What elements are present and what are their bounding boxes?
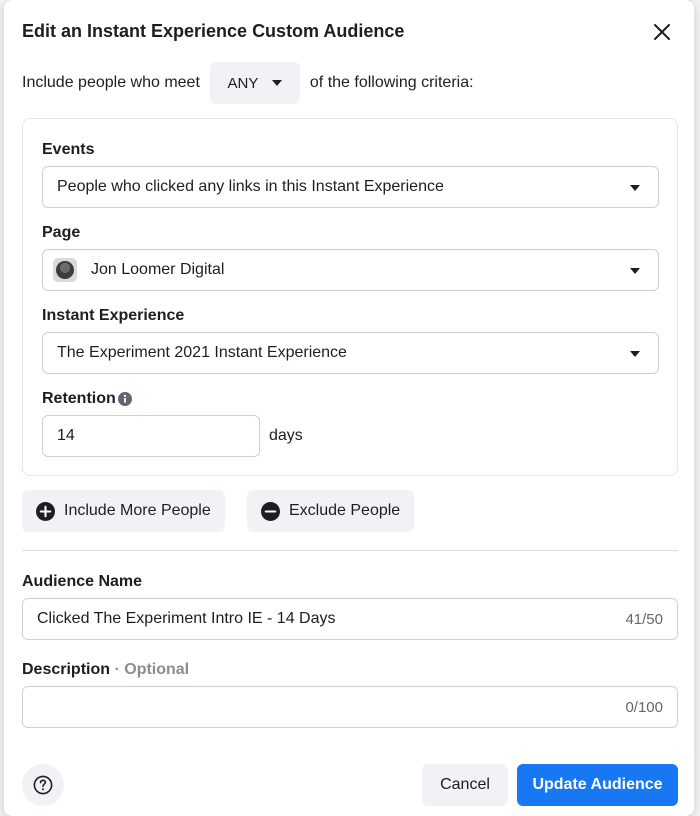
avatar-image [56, 261, 74, 279]
description-input[interactable]: 0/100 [22, 686, 678, 728]
events-value: People who clicked any links in this Ins… [57, 178, 444, 195]
retention-value: 14 [57, 427, 75, 444]
page-value: Jon Loomer Digital [91, 261, 225, 278]
section-divider [22, 550, 678, 551]
update-audience-button[interactable]: Update Audience [517, 764, 678, 806]
page-label: Page [42, 224, 81, 241]
include-more-people-button[interactable]: Include More People [22, 490, 225, 532]
criteria-row: Include people who meet ANY of the follo… [22, 62, 474, 104]
chevron-down-icon [630, 268, 640, 274]
criteria-prefix: Include people who meet [22, 74, 200, 91]
close-icon[interactable] [650, 20, 674, 44]
description-counter: 0/100 [625, 699, 663, 716]
chevron-down-icon [630, 185, 640, 191]
include-more-people-label: Include More People [64, 502, 211, 519]
minus-circle-icon [261, 501, 280, 521]
criteria-suffix: of the following criteria: [309, 74, 474, 91]
match-type-select[interactable]: ANY [209, 62, 300, 104]
description-label: Description [22, 661, 111, 678]
modal-title: Edit an Instant Experience Custom Audien… [22, 21, 405, 41]
page-avatar [53, 258, 77, 282]
criteria-box: Events People who clicked any links in t… [22, 118, 678, 476]
audience-name-counter: 41/50 [625, 611, 663, 628]
cancel-button[interactable]: Cancel [422, 764, 508, 806]
chevron-down-icon [630, 351, 640, 357]
optional-tag: · Optional [114, 661, 190, 678]
events-select[interactable]: People who clicked any links in this Ins… [42, 166, 659, 208]
retention-unit: days [269, 427, 303, 444]
edit-audience-modal: Edit an Instant Experience Custom Audien… [4, 0, 694, 816]
info-icon[interactable] [118, 392, 132, 406]
audience-name-input[interactable]: Clicked The Experiment Intro IE - 14 Day… [22, 598, 678, 640]
help-icon [33, 775, 53, 795]
exclude-people-button[interactable]: Exclude People [247, 490, 415, 532]
retention-input[interactable]: 14 [42, 415, 260, 457]
events-label: Events [42, 141, 95, 158]
instant-experience-label: Instant Experience [42, 307, 185, 324]
chevron-down-icon [272, 80, 283, 86]
help-button[interactable] [22, 764, 64, 806]
audience-name-value: Clicked The Experiment Intro IE - 14 Day… [37, 610, 336, 627]
retention-label: Retention [42, 390, 116, 407]
instant-experience-value: The Experiment 2021 Instant Experience [57, 344, 347, 361]
instant-experience-select[interactable]: The Experiment 2021 Instant Experience [42, 332, 659, 374]
page-select[interactable]: Jon Loomer Digital [42, 249, 659, 291]
audience-name-label: Audience Name [22, 573, 143, 590]
exclude-people-label: Exclude People [289, 502, 401, 519]
description-label-row: Description · Optional [22, 661, 189, 679]
plus-circle-icon [36, 501, 55, 521]
match-type-value: ANY [227, 74, 259, 92]
